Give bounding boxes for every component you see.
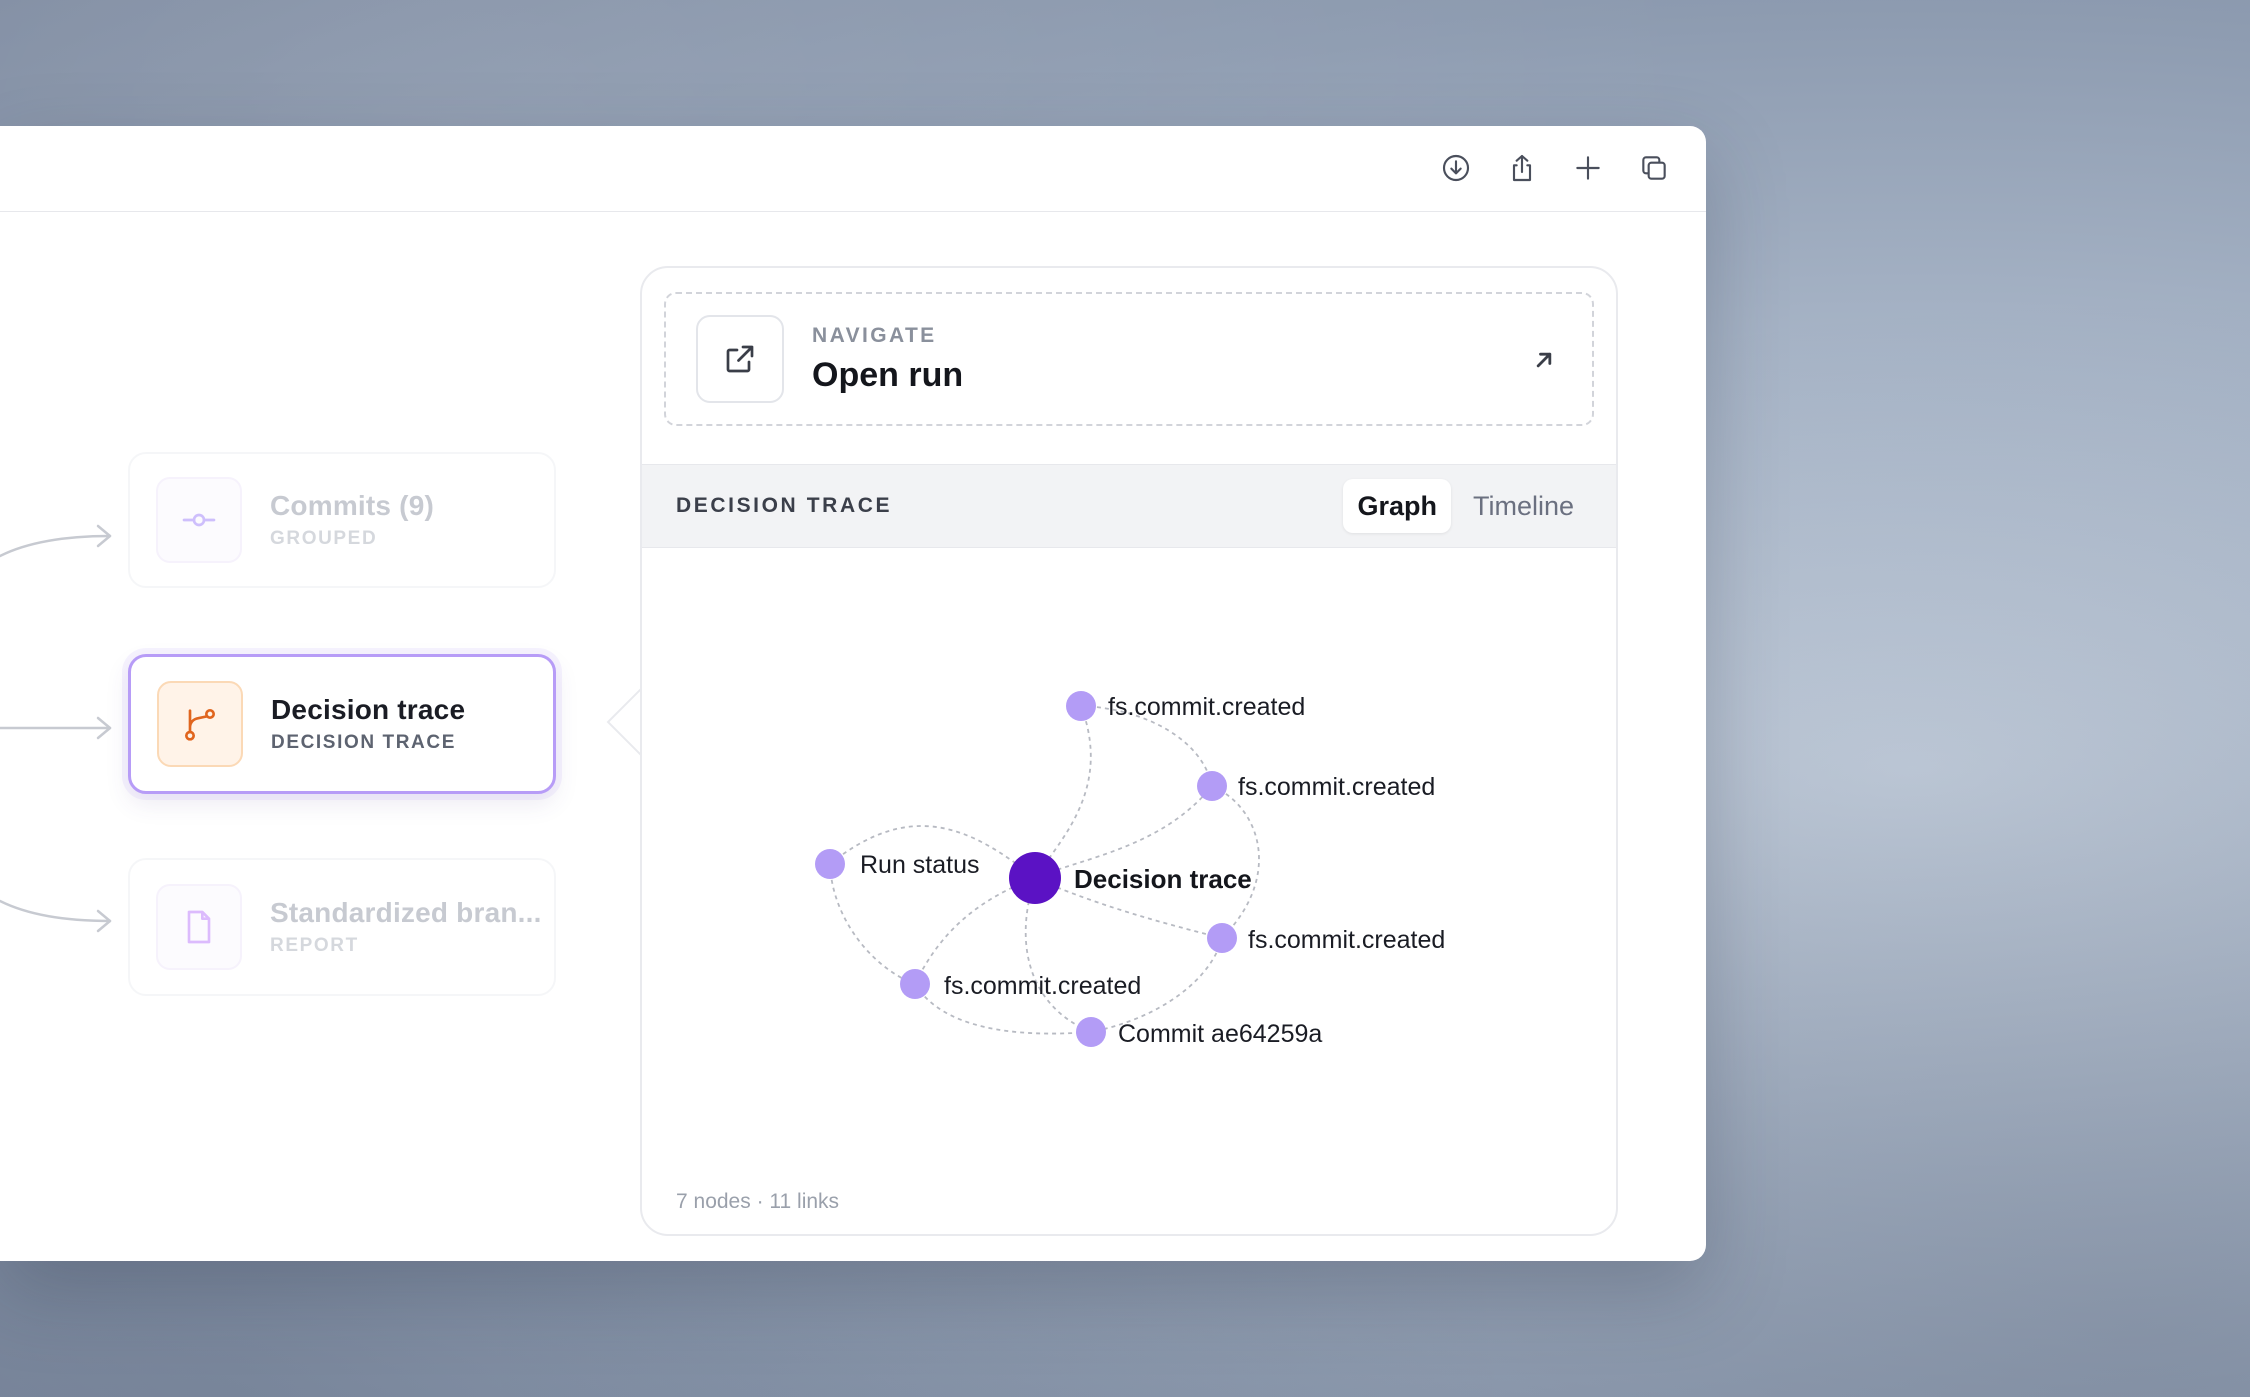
external-link-icon xyxy=(726,345,754,373)
view-tabs: Graph Timeline xyxy=(1343,479,1588,533)
tab-timeline[interactable]: Timeline xyxy=(1459,479,1588,533)
panel-pointer xyxy=(606,686,644,758)
graph-link xyxy=(1034,705,1092,879)
download-icon xyxy=(1442,154,1470,182)
graph-node-label: Run status xyxy=(860,851,980,879)
decision-graph: fs.commit.created fs.commit.created Run … xyxy=(815,691,1445,1048)
node-card-commits[interactable]: Commits (9) GROUPED xyxy=(128,452,556,588)
branch-icon xyxy=(184,708,216,741)
graph-node-label: fs.commit.created xyxy=(1248,926,1445,954)
app-window: Commits (9) GROUPED Decision trace DECIS… xyxy=(0,126,1706,1261)
graph-nodes: fs.commit.created fs.commit.created Run … xyxy=(815,691,1445,1048)
node-title: Commits (9) xyxy=(270,490,434,521)
node-card-report[interactable]: Standardized bran... REPORT xyxy=(128,858,556,996)
graph-node-label: fs.commit.created xyxy=(944,972,1141,1000)
graph-node[interactable] xyxy=(815,849,845,879)
arrow-up-right-icon xyxy=(1536,352,1552,368)
copy-button[interactable] xyxy=(1632,146,1676,190)
graph-node-label: fs.commit.created xyxy=(1108,693,1305,721)
graph-link xyxy=(829,863,916,985)
graph-stats: 7 nodes · 11 links xyxy=(676,1190,840,1213)
node-icon-box xyxy=(156,884,242,970)
graph-node[interactable] xyxy=(1197,771,1227,801)
open-run-button[interactable]: NAVIGATE Open run xyxy=(664,292,1594,426)
node-icon-box xyxy=(156,477,242,563)
node-card-decision-trace[interactable]: Decision trace DECISION TRACE xyxy=(128,654,556,794)
add-button[interactable] xyxy=(1566,146,1610,190)
tab-graph[interactable]: Graph xyxy=(1343,479,1451,533)
node-icon-box xyxy=(157,681,243,767)
node-subtitle: GROUPED xyxy=(270,528,378,549)
graph-center-label: Decision trace xyxy=(1074,864,1252,894)
download-button[interactable] xyxy=(1434,146,1478,190)
graph-node[interactable] xyxy=(1207,923,1237,953)
share-icon xyxy=(1512,154,1532,182)
commit-icon xyxy=(182,513,216,527)
trace-title: DECISION TRACE xyxy=(676,494,893,517)
graph-node[interactable] xyxy=(1066,691,1096,721)
trace-header: DECISION TRACE Graph Timeline xyxy=(642,464,1616,548)
node-subtitle: REPORT xyxy=(270,935,359,956)
navigate-label: NAVIGATE xyxy=(812,323,937,347)
toolbar-actions xyxy=(1434,146,1676,190)
graph-node-label: Commit ae64259a xyxy=(1118,1020,1322,1048)
graph-node-label: fs.commit.created xyxy=(1238,773,1435,801)
detail-panel: NAVIGATE Open run DECISION TRACE Graph T… xyxy=(640,266,1618,1236)
node-subtitle: DECISION TRACE xyxy=(271,732,456,753)
document-icon xyxy=(187,910,211,944)
node-title: Standardized bran... xyxy=(270,897,542,928)
node-title: Decision trace xyxy=(271,694,466,725)
graph-link xyxy=(1211,785,1260,939)
plus-icon xyxy=(1576,156,1600,180)
share-button[interactable] xyxy=(1500,146,1544,190)
graph-node[interactable] xyxy=(900,969,930,999)
nav-icon-box xyxy=(696,315,784,403)
graph-center-node[interactable] xyxy=(1009,852,1061,904)
navigate-title: Open run xyxy=(812,355,964,394)
graph-node[interactable] xyxy=(1076,1017,1106,1047)
copy-icon xyxy=(1642,156,1666,180)
